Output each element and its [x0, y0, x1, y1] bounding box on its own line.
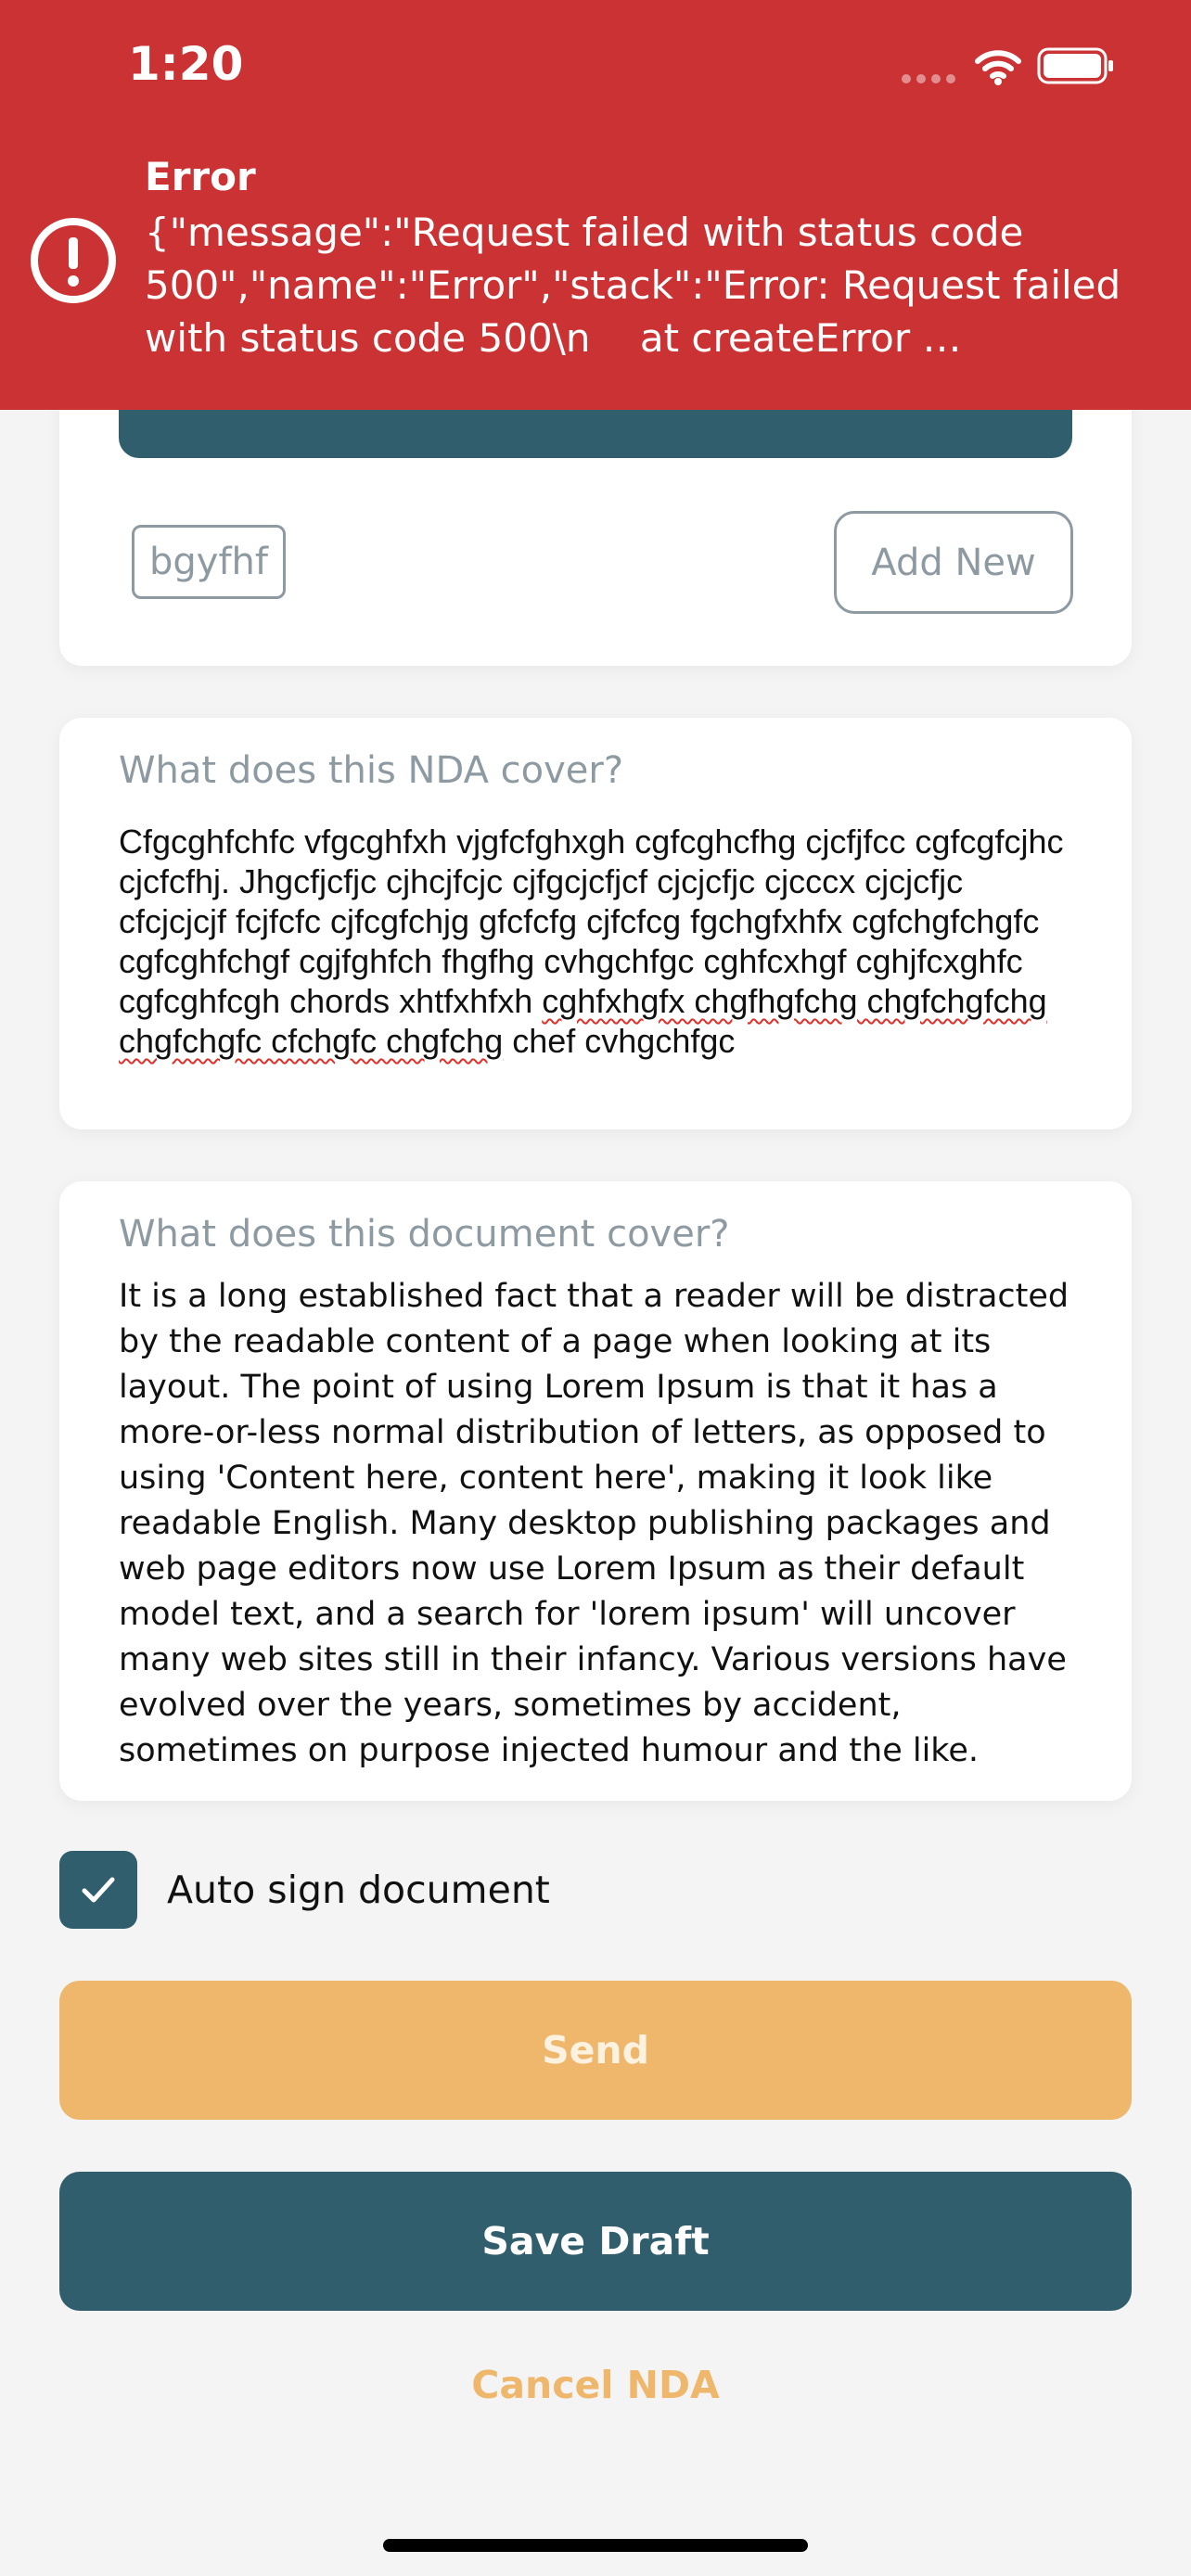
error-title: Error — [145, 154, 256, 199]
save-draft-button[interactable]: Save Draft — [59, 2172, 1132, 2311]
nda-cover-card[interactable]: What does this NDA cover? Cfgcghfchfc vf… — [59, 718, 1132, 1129]
error-banner[interactable]: 1:20 Error {"message":"Request failed wi… — [0, 0, 1191, 410]
cancel-nda-link[interactable]: Cancel NDA — [0, 2363, 1191, 2407]
document-cover-label: What does this document cover? — [119, 1213, 730, 1256]
exclamation-circle-icon — [31, 218, 116, 303]
checkmark-icon — [82, 1877, 115, 1903]
auto-sign-label: Auto sign document — [167, 1868, 550, 1912]
tag-chip[interactable]: bgyfhf — [132, 525, 286, 599]
send-button[interactable]: Send — [59, 1981, 1132, 2120]
auto-sign-checkbox[interactable] — [59, 1851, 137, 1929]
document-cover-text[interactable]: It is a long established fact that a rea… — [119, 1274, 1080, 1774]
document-cover-card[interactable]: What does this document cover? It is a l… — [59, 1181, 1132, 1801]
nda-cover-label: What does this NDA cover? — [119, 749, 624, 792]
add-new-button[interactable]: Add New — [834, 511, 1073, 614]
wifi-icon — [975, 50, 1021, 85]
nda-cover-text[interactable]: Cfgcghfchfc vfgcghfxh vjgfcfghxgh cgfcgh… — [119, 822, 1074, 1061]
error-message: {"message":"Request failed with status c… — [145, 210, 1121, 361]
status-time: 1:20 — [128, 37, 244, 91]
auto-sign-row[interactable]: Auto sign document — [59, 1851, 550, 1929]
battery-icon — [1037, 47, 1113, 84]
home-indicator — [383, 2539, 808, 2552]
signal-icon — [902, 74, 955, 83]
nda-cover-text-end: chef cvhgchfgc — [503, 1022, 736, 1060]
